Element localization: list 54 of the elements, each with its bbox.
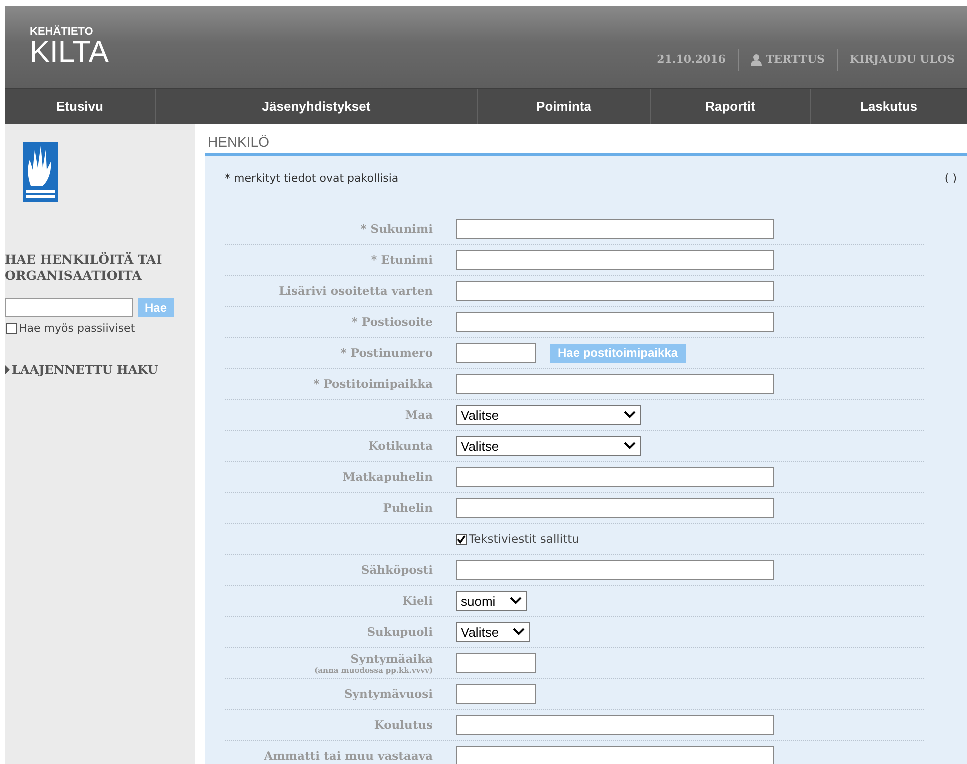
dropdown[interactable]: Valitse — [456, 436, 641, 456]
date-text: 21.10.2016 — [656, 52, 727, 68]
triangle-icon — [5, 365, 10, 375]
user-icon — [750, 54, 762, 66]
field-label: * Postinumero — [340, 346, 433, 360]
field-label: Maa — [405, 408, 433, 422]
text-field[interactable] — [456, 746, 774, 764]
chevron-icon — [510, 597, 522, 605]
field-label: Lisärivi osoitetta varten — [279, 284, 433, 298]
field-label: * Postitoimipaikka — [314, 377, 433, 391]
user-name: TERTTUS — [766, 52, 825, 68]
text-field[interactable] — [456, 560, 774, 580]
field-label: Koulutus — [374, 718, 433, 732]
text-field[interactable] — [456, 467, 774, 487]
chevron-icon — [624, 411, 636, 419]
field-label: Ammatti tai muu vastaava — [264, 749, 433, 763]
field-label: Sähköposti — [361, 563, 433, 577]
field-label: * Postiosoite — [352, 315, 433, 329]
text-field[interactable] — [456, 250, 774, 270]
text-field[interactable] — [456, 653, 536, 673]
search-title: HAE HENKILÖITÄ TAI ORGANISAATIOITA — [5, 252, 164, 284]
checkbox[interactable] — [456, 534, 467, 544]
dropdown[interactable]: suomi — [456, 591, 527, 611]
hand-logo-icon — [23, 142, 58, 202]
dropdown[interactable]: Valitse — [456, 622, 530, 642]
text-field[interactable] — [456, 219, 774, 239]
field-label: Sukupuoli — [367, 625, 433, 639]
checkbox-label: Tekstiviestit sallittu — [469, 532, 580, 546]
chevron-icon — [624, 442, 636, 450]
text-field[interactable] — [456, 684, 536, 704]
field-label: Puhelin — [383, 501, 433, 515]
corner-text: ( ) — [944, 172, 957, 185]
field-label: Kotikunta — [368, 439, 433, 453]
dropdown[interactable]: Valitse — [456, 405, 641, 425]
text-field[interactable] — [456, 374, 774, 394]
text-field[interactable] — [456, 312, 774, 332]
field-label: * Sukunimi — [360, 222, 433, 236]
search-field[interactable] — [5, 298, 133, 317]
field-label: Kieli — [402, 594, 433, 608]
field-label: Matkapuhelin — [342, 470, 433, 484]
brand-title: KILTA — [30, 38, 109, 68]
text-field[interactable] — [456, 715, 774, 735]
field-label: * Etunimi — [371, 253, 433, 267]
advanced-search-link[interactable]: LAAJENNETTU HAKU — [12, 363, 158, 377]
required-note: * merkityt tiedot ovat pakollisia — [225, 172, 399, 185]
chevron-icon — [513, 628, 526, 636]
field-label: Syntymäaika — [350, 652, 433, 666]
text-field[interactable] — [456, 498, 774, 518]
checkbox[interactable] — [6, 323, 17, 334]
brand-subtitle: KEHÄTIETO — [30, 27, 94, 38]
text-field[interactable] — [456, 343, 536, 363]
checkbox-label: Hae myös passiiviset — [19, 322, 136, 335]
text-field[interactable] — [456, 281, 774, 301]
field-label: Syntymävuosi — [344, 687, 433, 701]
